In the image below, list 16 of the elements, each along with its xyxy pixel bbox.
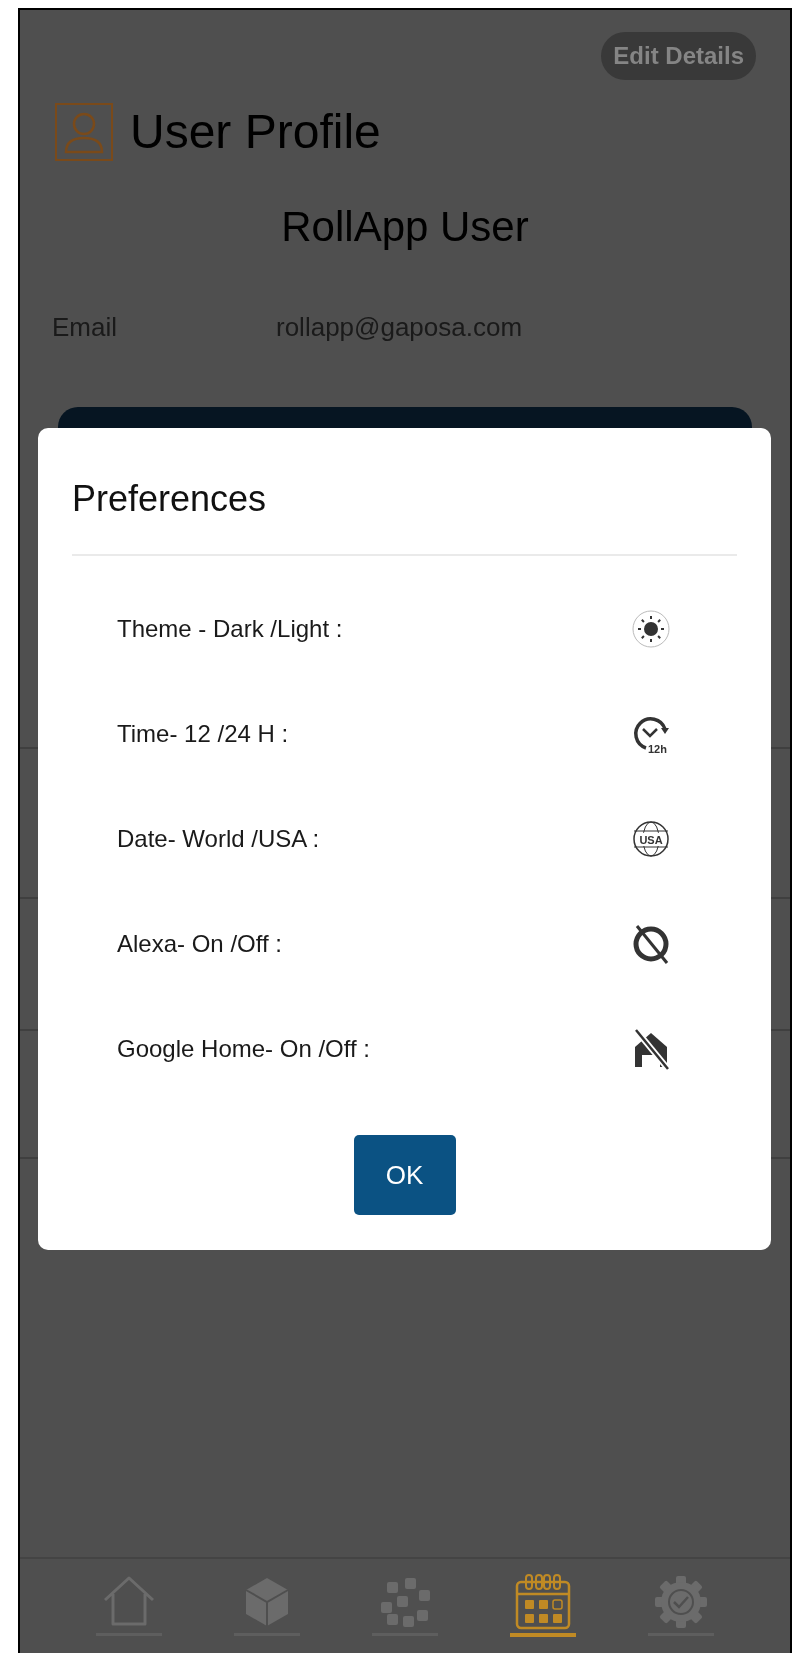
preference-label: Google Home- On /Off : — [117, 1033, 370, 1064]
calendar-icon[interactable] — [513, 1572, 573, 1632]
page-title: User Profile — [130, 108, 381, 156]
preference-label: Alexa- On /Off : — [117, 928, 282, 959]
dialog-title: Preferences — [72, 478, 267, 519]
icon-label: USA — [639, 833, 663, 846]
user-icon — [54, 102, 114, 162]
gear-check-icon[interactable] — [653, 1574, 709, 1630]
sun-icon[interactable] — [631, 608, 671, 649]
icon-label: 12h — [648, 742, 667, 754]
ok-button[interactable]: OK — [353, 1135, 456, 1215]
user-name: RollApp User — [281, 206, 529, 248]
preference-label: Date- World /USA : — [117, 823, 320, 854]
preference-label: Theme - Dark /Light : — [117, 613, 343, 644]
preference-label: Time- 12 /24 H : — [117, 718, 289, 749]
globe-usa-icon[interactable]: USA — [631, 818, 671, 859]
